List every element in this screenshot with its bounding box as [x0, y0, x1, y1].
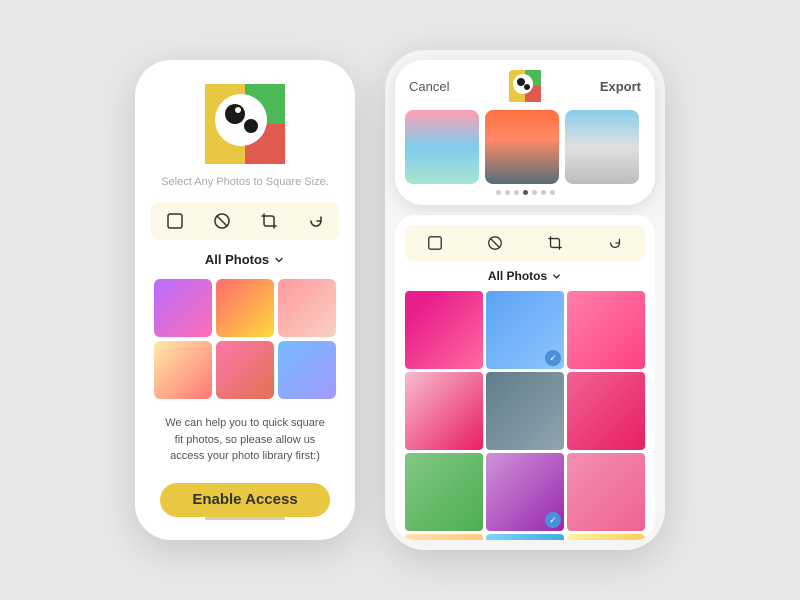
photo-thumb-4[interactable]	[154, 341, 212, 399]
photo-thumb-5[interactable]	[216, 341, 274, 399]
dot-4	[523, 190, 528, 195]
all-photos-btn[interactable]: All Photos	[205, 252, 285, 267]
photo-thumb-1[interactable]	[154, 279, 212, 337]
preview-dots	[405, 190, 645, 195]
check-badge-8: ✓	[545, 512, 561, 528]
refresh-icon[interactable]	[305, 210, 327, 232]
photo-grid	[154, 279, 336, 399]
photo-thumb-2[interactable]	[216, 279, 274, 337]
dot-2	[505, 190, 510, 195]
grid-cell-11[interactable]: ✓	[486, 534, 564, 540]
preview-image-2	[485, 110, 559, 184]
dot-1	[496, 190, 501, 195]
preview-header: Cancel Export	[405, 70, 645, 102]
grid-cell-4[interactable]	[405, 372, 483, 450]
dot-7	[550, 190, 555, 195]
app-logo	[205, 84, 285, 164]
preview-images	[405, 110, 645, 184]
grid-cell-8[interactable]: ✓	[486, 453, 564, 531]
dot-6	[541, 190, 546, 195]
square-icon[interactable]	[164, 210, 186, 232]
cancel-button[interactable]: Cancel	[409, 79, 449, 94]
check-badge-2: ✓	[545, 350, 561, 366]
bottom-section: All Photos ✓ ✓ ✓	[395, 215, 655, 540]
crop-icon[interactable]	[258, 210, 280, 232]
preview-image-1	[405, 110, 479, 184]
left-phone: Select Any Photos to Square Size.	[135, 60, 355, 540]
grid-cell-3[interactable]	[567, 291, 645, 369]
scene: Select Any Photos to Square Size.	[135, 50, 665, 550]
preview-logo	[509, 70, 541, 102]
export-button[interactable]: Export	[600, 79, 641, 94]
right-phone: Cancel Export	[385, 50, 665, 550]
left-toolbar	[151, 202, 339, 240]
block-icon-right[interactable]	[484, 232, 506, 254]
block-icon[interactable]	[211, 210, 233, 232]
grid-cell-1[interactable]	[405, 291, 483, 369]
preview-card: Cancel Export	[395, 60, 655, 205]
enable-access-button[interactable]: Enable Access	[160, 483, 330, 517]
grid-cell-9[interactable]	[567, 453, 645, 531]
grid-cell-5[interactable]	[486, 372, 564, 450]
square-icon-right[interactable]	[424, 232, 446, 254]
grid-cell-6[interactable]	[567, 372, 645, 450]
grid-cell-12[interactable]	[567, 534, 645, 540]
permission-text: We can help you to quick square fit phot…	[151, 415, 339, 465]
grid-cell-10[interactable]	[405, 534, 483, 540]
photo-thumb-6[interactable]	[278, 341, 336, 399]
dot-3	[514, 190, 519, 195]
preview-image-3	[565, 110, 639, 184]
bottom-toolbar	[405, 225, 645, 261]
right-photo-grid: ✓ ✓ ✓	[405, 291, 645, 540]
home-bar	[205, 517, 285, 520]
subtitle: Select Any Photos to Square Size.	[161, 176, 329, 188]
crop-icon-right[interactable]	[544, 232, 566, 254]
all-photos-row[interactable]: All Photos	[405, 269, 645, 283]
photo-thumb-3[interactable]	[278, 279, 336, 337]
dot-5	[532, 190, 537, 195]
refresh-icon-right[interactable]	[604, 232, 626, 254]
grid-cell-2[interactable]: ✓	[486, 291, 564, 369]
grid-cell-7[interactable]	[405, 453, 483, 531]
